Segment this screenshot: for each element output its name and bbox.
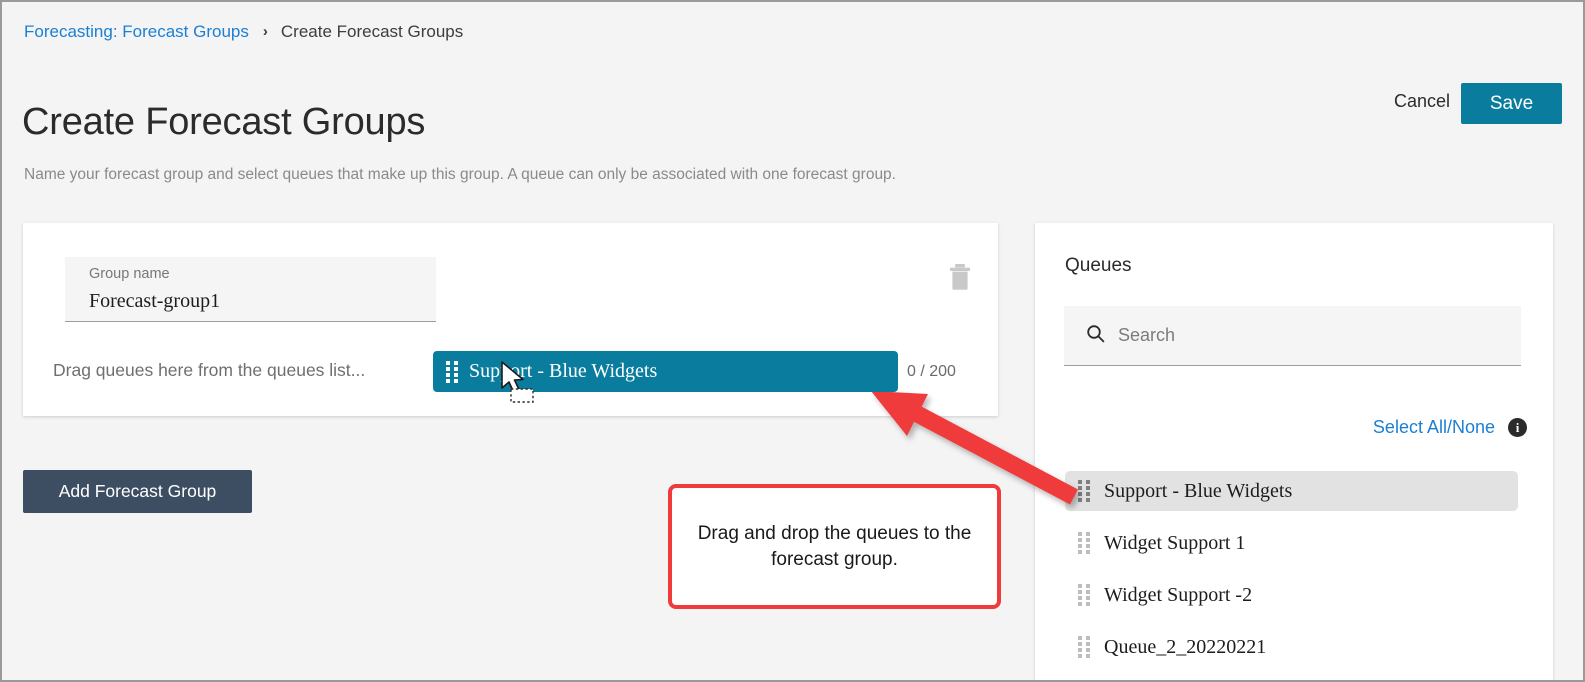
page-title: Create Forecast Groups	[22, 101, 426, 144]
breadcrumb-parent-link[interactable]: Forecasting: Forecast Groups	[24, 23, 249, 40]
dragged-queue-label: Support - Blue Widgets	[469, 360, 658, 382]
queue-list-item[interactable]: Support - Blue Widgets	[1065, 471, 1518, 511]
cancel-button[interactable]: Cancel	[1394, 91, 1450, 112]
dragged-queue-chip[interactable]: Support - Blue Widgets	[433, 351, 898, 392]
breadcrumb: Forecasting: Forecast Groups › Create Fo…	[24, 23, 463, 40]
drag-handle-icon[interactable]	[1078, 584, 1090, 606]
trash-icon[interactable]	[939, 257, 981, 299]
app-screen: Forecasting: Forecast Groups › Create Fo…	[0, 0, 1585, 682]
queues-panel-title: Queues	[1065, 255, 1132, 276]
group-name-field[interactable]: Group name Forecast-group1	[65, 257, 436, 322]
instruction-callout-text: Drag and drop the queues to the forecast…	[697, 522, 972, 570]
save-button[interactable]: Save	[1461, 83, 1562, 124]
group-name-input[interactable]: Forecast-group1	[89, 291, 436, 311]
page-description: Name your forecast group and select queu…	[24, 165, 896, 183]
queue-list-item[interactable]: Widget Support -2	[1065, 575, 1518, 615]
instruction-callout: Drag and drop the queues to the forecast…	[668, 484, 1001, 609]
breadcrumb-separator-icon: ›	[262, 23, 268, 40]
search-placeholder: Search	[1118, 325, 1176, 345]
drag-handle-icon[interactable]	[1078, 636, 1090, 658]
info-icon[interactable]: i	[1508, 418, 1527, 437]
add-forecast-group-button[interactable]: Add Forecast Group	[23, 470, 252, 513]
drop-zone-hint: Drag queues here from the queues list...	[53, 360, 366, 380]
queue-counter: 0 / 200	[907, 363, 956, 380]
drag-handle-icon[interactable]	[1078, 532, 1090, 554]
search-icon	[1086, 324, 1105, 348]
queue-item-label: Queue_2_20220221	[1104, 635, 1267, 658]
queue-item-label: Widget Support 1	[1104, 531, 1246, 554]
queue-list: Support - Blue Widgets Widget Support 1 …	[1035, 471, 1553, 679]
select-all-none-link[interactable]: Select All/None	[1373, 417, 1495, 438]
drag-handle-icon[interactable]	[1078, 480, 1090, 502]
queue-item-label: Widget Support -2	[1104, 583, 1253, 606]
select-all-row: Select All/None i	[1373, 417, 1527, 438]
breadcrumb-current: Create Forecast Groups	[280, 22, 464, 41]
search-input[interactable]: Search	[1064, 306, 1521, 366]
queue-list-item[interactable]: Widget Support 1	[1065, 523, 1518, 563]
queue-item-label: Support - Blue Widgets	[1104, 479, 1293, 502]
group-name-label: Group name	[89, 266, 170, 282]
queue-list-item[interactable]: Queue_2_20220221	[1065, 627, 1518, 667]
queues-panel: Queues Search Select All/None i Support …	[1035, 223, 1553, 680]
drag-handle-icon[interactable]	[446, 360, 458, 383]
